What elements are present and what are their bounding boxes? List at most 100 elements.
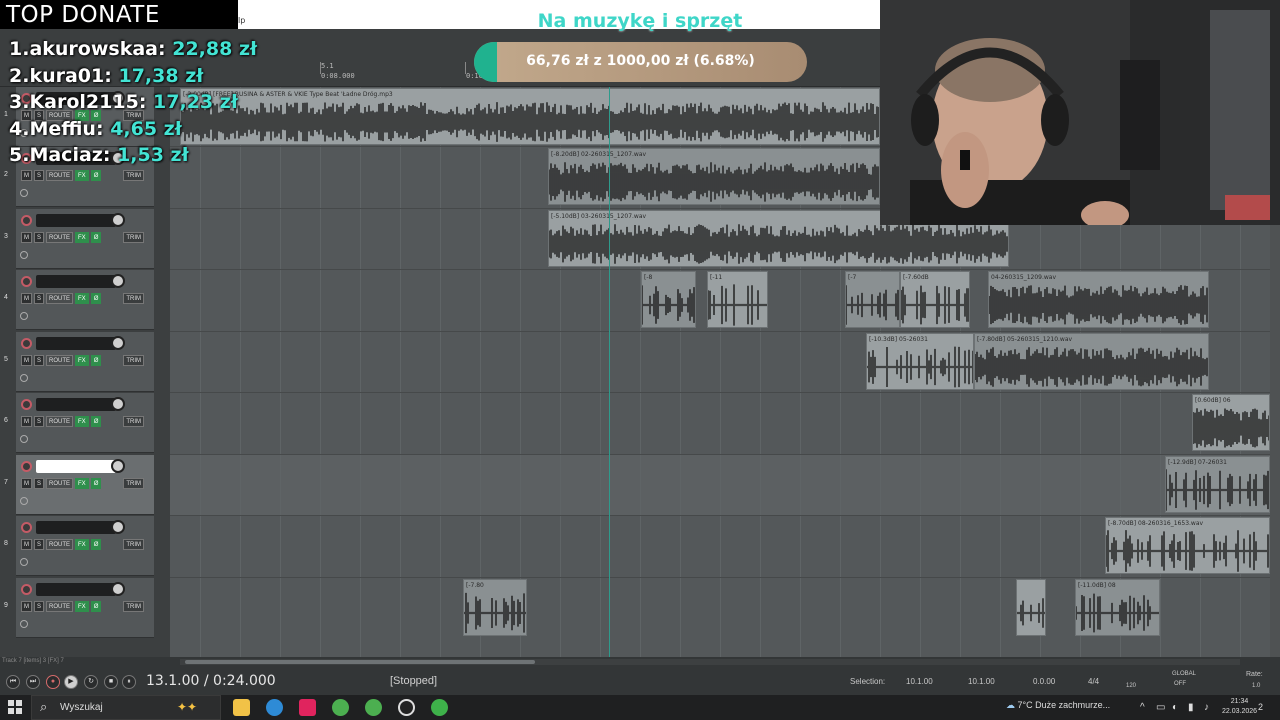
chevron-up-icon[interactable]: ^ [1140,702,1145,713]
track-name-field[interactable] [36,275,116,288]
fx-button[interactable]: FX [75,170,89,181]
global-state[interactable]: OFF [1174,681,1186,687]
media-item[interactable]: [-7 [845,271,900,328]
solo-button[interactable]: S [34,293,45,304]
volume-knob[interactable] [111,213,125,227]
route-button[interactable]: ROUTE [46,170,74,181]
media-item[interactable]: [-11.0dB] 08 [1075,579,1160,636]
io-icon[interactable] [20,620,28,628]
phase-button[interactable]: Ø [90,416,102,427]
io-icon[interactable] [20,497,28,505]
volume-knob[interactable] [111,336,125,350]
phase-button[interactable]: Ø [90,478,102,489]
route-button[interactable]: ROUTE [46,355,74,366]
network-icon[interactable]: ▭ [1156,702,1165,713]
speaker-icon[interactable]: ◐ [1172,702,1178,713]
media-item[interactable]: [-7.80dB] 05-260315_1210.wav [974,333,1209,390]
fx-button[interactable]: FX [75,293,89,304]
fx-button[interactable]: FX [75,355,89,366]
volume-knob[interactable] [111,459,125,473]
route-button[interactable]: ROUTE [46,232,74,243]
media-item[interactable]: [-2.00dB] [FREE] RUSINA & ASTER & VKIE T… [180,88,880,145]
media-item[interactable]: [-7.60dB [900,271,970,328]
fx-button[interactable]: FX [75,601,89,612]
volume-knob[interactable] [111,582,125,596]
io-icon[interactable] [20,189,28,197]
route-button[interactable]: ROUTE [46,478,74,489]
trim-button[interactable]: TRIM [123,478,145,489]
solo-button[interactable]: S [34,170,45,181]
volume-knob[interactable] [111,520,125,534]
io-icon[interactable] [20,312,28,320]
mute-button[interactable]: M [21,416,32,427]
track-4[interactable]: 4 M S ROUTE FX Ø TRIM [4,270,154,330]
solo-button[interactable]: S [34,478,45,489]
windows-start-icon[interactable] [8,700,22,714]
track-3[interactable]: 3 M S ROUTE FX Ø TRIM [4,209,154,269]
track-9[interactable]: 9 M S ROUTE FX Ø TRIM [4,578,154,638]
stop-button[interactable]: ■ [104,675,118,689]
mute-button[interactable]: M [21,539,32,550]
trim-button[interactable]: TRIM [123,293,145,304]
clock[interactable]: 21:34 22.03.2026 [1222,697,1257,717]
media-item[interactable]: [-10.3dB] 05-26031 [866,333,974,390]
fx-button[interactable]: FX [75,478,89,489]
io-icon[interactable] [20,374,28,382]
solo-button[interactable]: S [34,416,45,427]
phase-button[interactable]: Ø [90,232,102,243]
record-arm-icon[interactable] [21,522,32,533]
phase-button[interactable]: Ø [90,170,102,181]
volume-knob[interactable] [111,274,125,288]
trim-button[interactable]: TRIM [123,170,145,181]
edge-icon[interactable] [266,699,283,716]
weather-widget[interactable]: ☁ 7°C Duże zachmurze... [1006,700,1110,711]
io-icon[interactable] [20,435,28,443]
track-6[interactable]: 6 M S ROUTE FX Ø TRIM [4,393,154,453]
tiktok-icon[interactable] [299,699,316,716]
trim-button[interactable]: TRIM [123,232,145,243]
volume-knob[interactable] [111,397,125,411]
fx-button[interactable]: FX [75,232,89,243]
io-icon[interactable] [20,558,28,566]
record-arm-icon[interactable] [21,461,32,472]
track-name-field[interactable] [36,521,116,534]
route-button[interactable]: ROUTE [46,539,74,550]
mute-button[interactable]: M [21,601,32,612]
mute-button[interactable]: M [21,170,32,181]
media-item[interactable]: [-8.20dB] 02-260315_1207.wav [548,148,880,205]
fx-button[interactable]: FX [75,416,89,427]
reaper-icon[interactable] [431,699,448,716]
media-item[interactable]: [-8 [641,271,696,328]
track-5[interactable]: 5 M S ROUTE FX Ø TRIM [4,332,154,392]
phase-button[interactable]: Ø [90,293,102,304]
track-name-field[interactable] [36,583,116,596]
route-button[interactable]: ROUTE [46,293,74,304]
mic-icon[interactable]: ▮ [1188,702,1194,713]
menu-fragment[interactable]: lp [238,16,245,25]
media-item[interactable]: [-8.70dB] 08-260316_1653.wav [1105,517,1270,574]
solo-button[interactable]: S [34,601,45,612]
chrome-profile-icon[interactable] [365,699,382,716]
record-button[interactable]: ● [46,675,60,689]
tempo[interactable]: 120 [1126,683,1136,689]
solo-button[interactable]: S [34,232,45,243]
obs-icon[interactable] [398,699,415,716]
media-item[interactable]: [-12.9dB] 07-26031 [1165,456,1270,513]
solo-button[interactable]: S [34,539,45,550]
pause-button[interactable]: ⏸ [122,675,136,689]
play-button[interactable]: ▶ [64,675,78,689]
mute-button[interactable]: M [21,293,32,304]
trim-button[interactable]: TRIM [123,539,145,550]
media-item[interactable]: 04-260315_1209.wav [988,271,1209,328]
playhead-cursor[interactable] [609,87,610,657]
time-signature[interactable]: 4/4 [1088,677,1099,686]
phase-button[interactable]: Ø [90,539,102,550]
mute-button[interactable]: M [21,478,32,489]
selection-end[interactable]: 10.1.00 [968,677,995,686]
media-item[interactable]: [-7.80 [463,579,527,636]
chrome-icon[interactable] [332,699,349,716]
trim-button[interactable]: TRIM [123,416,145,427]
volume-icon[interactable]: ♪ [1204,702,1209,713]
track-name-field[interactable] [36,337,116,350]
fx-button[interactable]: FX [75,539,89,550]
